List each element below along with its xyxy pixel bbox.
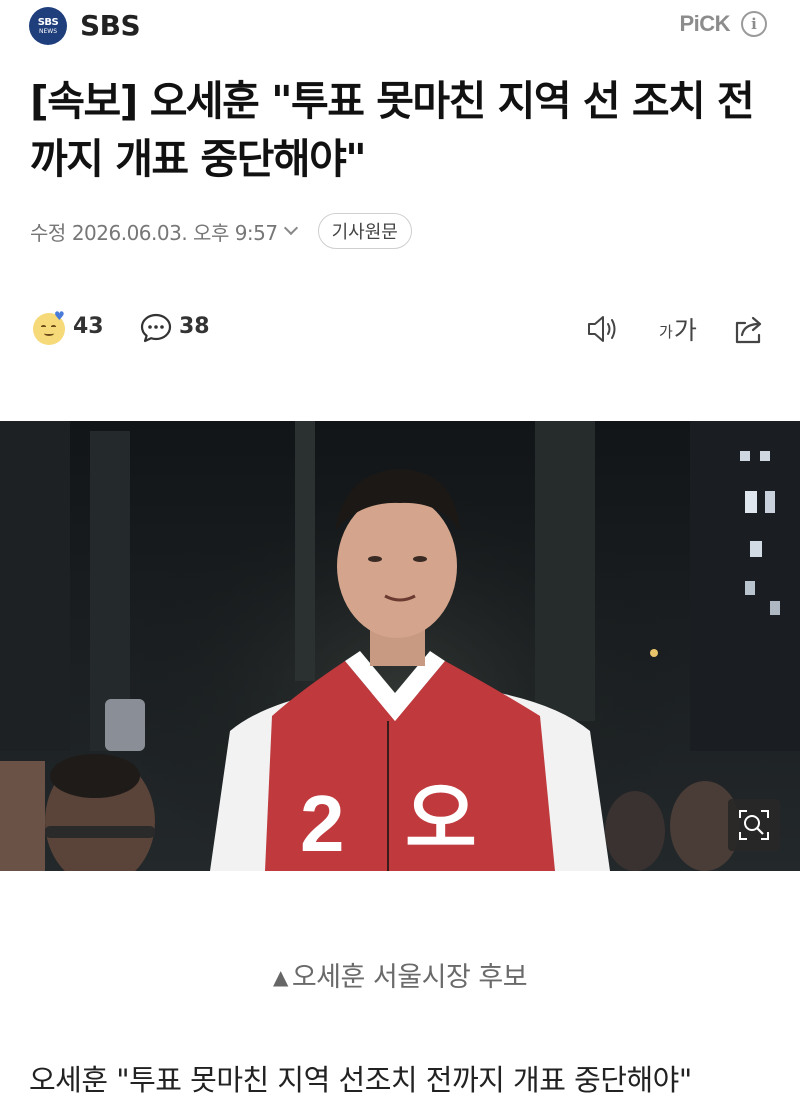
comment-count[interactable]: 38	[179, 314, 210, 339]
vest-text: 오	[405, 775, 477, 865]
modified-label: 수정	[30, 220, 66, 245]
font-size-small-label: 가	[659, 323, 673, 341]
article-subheadline: 오세훈 "투표 못마친 지역 선조치 전까지 개표 중단해야"	[29, 1063, 692, 1097]
speaker-icon[interactable]	[584, 311, 624, 347]
article-photo[interactable]: 2 오	[0, 421, 800, 871]
share-icon[interactable]	[731, 311, 767, 347]
font-size-big-label: 가	[673, 316, 697, 345]
logo-text: SBS	[37, 16, 59, 28]
article-headline: [속보] 오세훈 "투표 못마친 지역 선 조치 전까지 개표 중단해야"	[30, 77, 755, 183]
vest-number: 2	[300, 779, 345, 868]
photo-caption-text: 오세훈 서울시장 후보	[291, 962, 528, 993]
photo-caption: ▲ 오세훈 서울시장 후보	[0, 955, 800, 994]
logo-subtext: NEWS	[38, 27, 58, 35]
font-size-button[interactable]: 가 가	[659, 311, 697, 347]
reaction-count[interactable]: 43	[73, 314, 104, 339]
original-article-button[interactable]: 기사원문	[317, 213, 412, 249]
zoom-icon[interactable]	[728, 799, 780, 851]
press-name[interactable]: SBS	[80, 9, 141, 42]
press-header: SBS NEWS SBS PiCK i	[0, 0, 800, 55]
triangle-up-icon: ▲	[272, 965, 288, 989]
candidate-photo: 2 오	[0, 421, 800, 871]
comment-icon[interactable]	[139, 311, 173, 345]
info-icon[interactable]: i	[741, 11, 767, 37]
pick-label: PiCK	[679, 11, 730, 36]
heart-icon: ♥	[54, 309, 65, 323]
chevron-down-icon[interactable]	[283, 220, 298, 236]
sbs-logo[interactable]: SBS NEWS	[29, 7, 67, 45]
modified-date[interactable]: 2026.06.03. 오후 9:57	[72, 217, 278, 246]
article-meta: 수정 2026.06.03. 오후 9:57 기사원문	[30, 212, 412, 250]
action-bar: ♥ 43 38 가 가	[0, 305, 800, 355]
